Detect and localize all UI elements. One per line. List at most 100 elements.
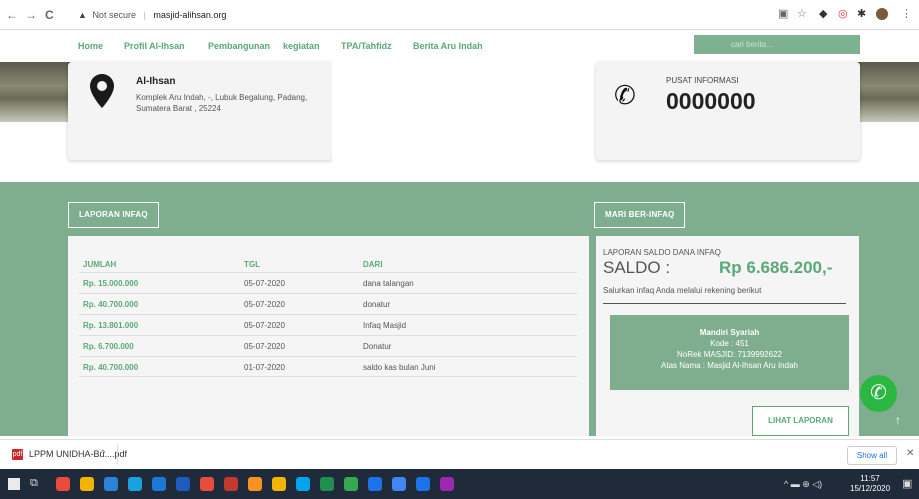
taskbar-app-icon[interactable] [416,477,430,491]
nav-profil[interactable]: Profil Al-Ihsan [124,41,185,51]
org-address: Komplek Aru Indah, -, Lubuk Begalung, Pa… [136,93,308,113]
scroll-top-icon[interactable]: ↑ [895,413,901,427]
saldo-value: Rp 6.686.200,- [719,258,833,277]
taskbar-app-icon[interactable] [344,477,358,491]
hero-section: Al-Ihsan Komplek Aru Indah, -, Lubuk Beg… [0,62,919,170]
divider [117,445,118,465]
taskbar-app-icon[interactable] [176,477,190,491]
star-icon[interactable]: ☆ [797,7,807,20]
close-icon[interactable]: ✕ [906,448,914,459]
address-bar[interactable]: ▲ Not secure | masjid-alihsan.org [78,6,538,25]
nav-home[interactable]: Home [78,41,103,51]
back-icon[interactable]: ← [6,8,18,22]
blank-card [332,62,596,160]
taskbar-app-icon[interactable] [440,477,454,491]
extension-icon[interactable]: ◎ [838,7,848,20]
row-date: 05-07-2020 [244,321,285,330]
col-dari: DARI [363,260,383,269]
table-row: Rp. 40.700.000 01-07-2020 saldo kas bula… [79,356,577,377]
row-date: 05-07-2020 [244,300,285,309]
nav-kegiatan[interactable]: kegiatan [283,41,320,51]
divider [603,303,846,304]
clock[interactable]: 11:57 15/12/2020 [850,474,890,494]
col-tgl: TGL [244,260,260,269]
show-all-button[interactable]: Show all [847,446,897,465]
row-date: 01-07-2020 [244,363,285,372]
url-text: masjid-alihsan.org [153,10,227,20]
taskbar-app-icon[interactable] [80,477,94,491]
row-amount: Rp. 6.700.000 [83,342,134,351]
system-tray-icons[interactable]: ^ ▬ ⊕ ◁) [784,479,822,490]
row-amount: Rp. 15.000.000 [83,279,139,288]
translate-icon[interactable]: ▣ [778,7,788,20]
row-from: Donatur [363,342,392,351]
chevron-up-icon[interactable]: ^ [101,448,105,458]
row-amount: Rp. 40.700.000 [83,300,139,309]
warning-icon[interactable]: ▲ [78,10,87,20]
info-label: PUSAT INFORMASI [666,76,739,85]
security-label: Not secure [92,10,136,20]
taskbar-app-icon[interactable] [128,477,142,491]
search-input[interactable]: cari berita... [694,35,860,54]
download-file-name[interactable]: LPPM UNIDHA-Bu....pdf [29,449,127,459]
tab-mari-berinfaq[interactable]: MARI BER-INFAQ [594,202,686,228]
avatar-icon[interactable] [876,8,888,20]
infaq-section: LAPORAN INFAQ MARI BER-INFAQ JUMLAH TGL … [0,182,919,436]
saldo-caption: LAPORAN SALDO DANA INFAQ [603,248,721,257]
location-pin-icon [90,74,114,108]
row-from: donatur [363,300,391,309]
taskbar-app-icon[interactable] [200,477,214,491]
taskbar-app-icon[interactable] [320,477,334,491]
extension-icon[interactable]: ◆ [819,7,827,20]
banner-image-right [855,62,919,122]
taskbar-app-icon[interactable] [368,477,382,491]
infaq-table-panel: JUMLAH TGL DARI Rp. 15.000.000 05-07-202… [68,236,589,436]
taskbar-app-icon[interactable] [152,477,166,491]
whatsapp-icon[interactable]: ✆ [860,375,897,412]
lihat-laporan-button[interactable]: LIHAT LAPORAN [752,406,849,436]
phone-icon: ✆ [614,80,636,110]
clock-time: 11:57 [860,474,880,483]
phone-number: 0000000 [666,88,756,114]
notification-icon[interactable]: ▣ [902,477,912,490]
windows-taskbar: ⧉ ^ ▬ ⊕ ◁) 11:57 15/12/2020 ▣ [0,469,919,499]
table-row: Rp. 40.700.000 05-07-2020 donatur [79,293,577,314]
taskbar-app-icon[interactable] [248,477,262,491]
row-date: 05-07-2020 [244,279,285,288]
windows-start-icon[interactable] [8,478,20,490]
clock-date: 15/12/2020 [850,484,891,493]
row-date: 05-07-2020 [244,342,285,351]
saldo-panel: LAPORAN SALDO DANA INFAQ SALDO : Rp 6.68… [596,236,859,436]
menu-icon[interactable]: ⋮ [901,7,912,20]
row-amount: Rp. 13.801.000 [83,321,139,330]
bank-code: Kode : 451 [710,339,749,348]
task-view-icon[interactable]: ⧉ [30,477,38,490]
row-from: dana talangan [363,279,414,288]
table-row: Rp. 15.000.000 05-07-2020 dana talangan [79,272,577,293]
table-row: Rp. 13.801.000 05-07-2020 Infaq Masjid [79,314,577,335]
taskbar-app-icon[interactable] [272,477,286,491]
taskbar-app-icon[interactable] [104,477,118,491]
browser-toolbar: ← → C ▲ Not secure | masjid-alihsan.org … [0,0,919,30]
taskbar-app-icon[interactable] [56,477,70,491]
address-card: Al-Ihsan Komplek Aru Indah, -, Lubuk Beg… [68,62,332,160]
org-name: Al-Ihsan [136,76,176,87]
forward-icon[interactable]: → [25,8,37,22]
nav-berita[interactable]: Berita Aru Indah [413,41,483,51]
account-holder: Atas Nama : Masjid Al-Ihsan Aru Indah [661,361,798,370]
puzzle-icon[interactable]: ✱ [857,7,866,20]
row-from: saldo kas bulan Juni [363,363,436,372]
taskbar-app-icon[interactable] [392,477,406,491]
nav-pembangunan[interactable]: Pembangunan [208,41,270,51]
col-jumlah: JUMLAH [83,260,117,269]
bank-name: Mandiri Syariah [699,328,760,337]
reload-icon[interactable]: C [45,8,54,22]
bank-info-box: Mandiri Syariah Kode : 451 NoRek MASJID:… [610,315,849,390]
nav-tpa[interactable]: TPA/Tahfidz [341,41,392,51]
tab-laporan-infaq[interactable]: LAPORAN INFAQ [68,202,159,228]
taskbar-app-icon[interactable] [224,477,238,491]
info-card: ✆ PUSAT INFORMASI 0000000 [596,62,860,160]
saldo-label: SALDO : [603,258,671,277]
taskbar-app-icon[interactable] [296,477,310,491]
row-amount: Rp. 40.700.000 [83,363,139,372]
